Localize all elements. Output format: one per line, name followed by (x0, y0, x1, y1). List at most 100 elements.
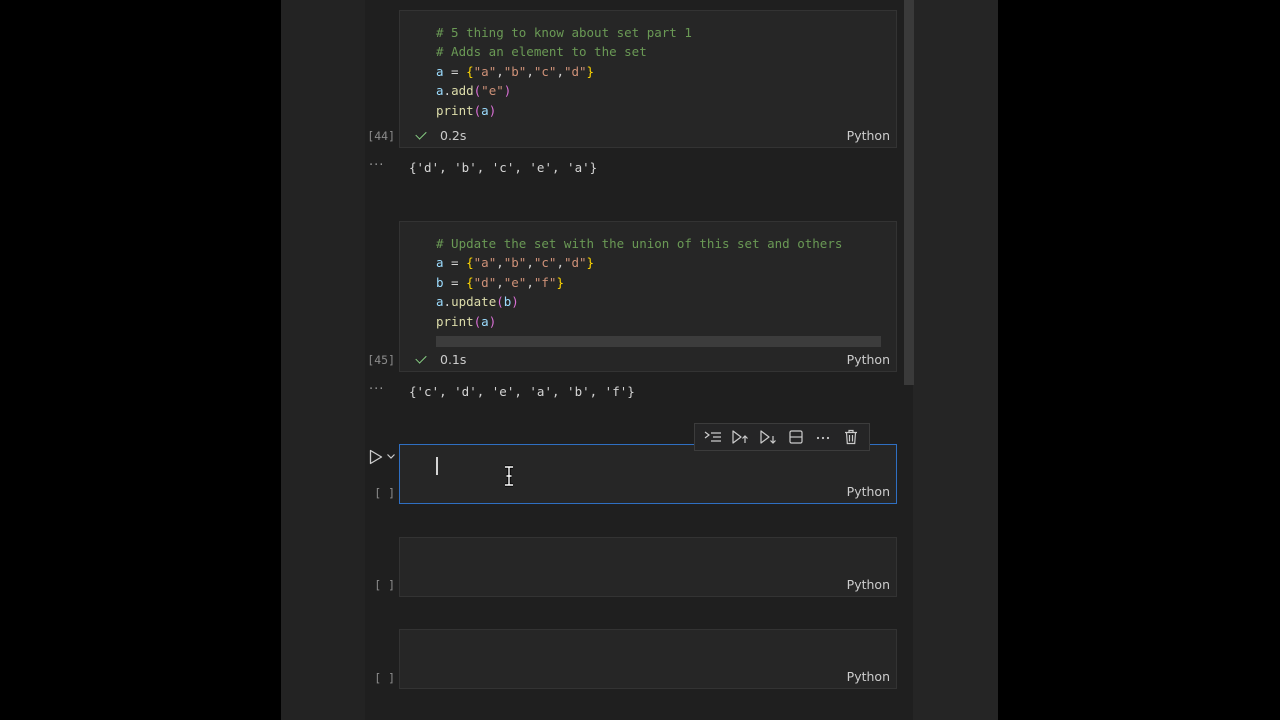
code-cell[interactable]: # 5 thing to know about set part 1 # Adds… (399, 10, 897, 148)
code-token: = (443, 274, 467, 290)
code-token: "c" (533, 63, 557, 79)
code-token: a (481, 102, 489, 118)
code-token: { (466, 63, 474, 79)
chevron-down-icon[interactable] (386, 451, 396, 461)
cell-toolbar (694, 423, 870, 451)
cell-language-label[interactable]: Python (847, 352, 890, 367)
execute-above-icon[interactable] (729, 427, 751, 447)
code-token: , (526, 274, 534, 290)
cell-language-label[interactable]: Python (847, 577, 890, 592)
code-line: a.update(b) (436, 292, 842, 311)
code-token: "e" (481, 83, 504, 99)
code-token: "e" (503, 274, 527, 290)
code-token: { (466, 255, 474, 271)
cell-language-label[interactable]: Python (847, 128, 890, 143)
notebook-editor: [44] # 5 thing to know about set part 1 #… (365, 0, 913, 720)
code-line: print(a) (436, 101, 692, 120)
code-token: , (526, 255, 534, 271)
code-token: ) (511, 294, 519, 310)
execution-status: 0.2s (415, 127, 467, 143)
split-cell-icon[interactable] (785, 427, 807, 447)
code-token: , (496, 274, 504, 290)
code-editor[interactable]: # 5 thing to know about set part 1 # Adds… (436, 23, 692, 120)
execution-count: [45] (367, 353, 395, 367)
execution-count: [ ] (374, 671, 395, 685)
code-token: a (481, 313, 489, 329)
code-token: "f" (533, 274, 557, 290)
success-check-icon (415, 351, 427, 364)
code-token: , (526, 63, 534, 79)
code-token: = (443, 63, 467, 79)
code-token: ( (496, 294, 504, 310)
code-token: "b" (503, 255, 527, 271)
text-cursor (436, 457, 438, 475)
cell-output: {'c', 'd', 'e', 'a', 'b', 'f'} (409, 384, 635, 399)
code-token: # Update the set with the union of this … (436, 236, 843, 251)
cell-language-label[interactable]: Python (847, 669, 890, 684)
code-line: b = {"d","e","f"} (436, 273, 842, 292)
code-token: ) (488, 102, 497, 118)
execution-status: 0.1s (415, 351, 467, 367)
code-token: print (436, 102, 474, 118)
code-token: ) (488, 313, 497, 329)
text-ibeam-cursor-icon (505, 465, 513, 487)
execution-count: [44] (367, 129, 395, 143)
code-token: = (443, 255, 467, 271)
execute-below-icon[interactable] (757, 427, 779, 447)
code-token: } (556, 274, 564, 290)
code-token: "d" (563, 255, 587, 271)
code-line: # 5 thing to know about set part 1 (436, 23, 692, 42)
code-token: } (586, 63, 595, 79)
delete-cell-icon[interactable] (840, 427, 862, 447)
code-token: "d" (563, 63, 587, 79)
run-by-line-icon[interactable] (702, 427, 724, 447)
code-token: "a" (473, 255, 497, 271)
code-token: . (443, 83, 452, 99)
code-token: , (496, 255, 504, 271)
code-token: update (451, 294, 497, 310)
cell-language-label[interactable]: Python (847, 484, 890, 499)
code-line: a = {"a","b","c","d"} (436, 253, 842, 272)
code-token: , (556, 63, 564, 79)
code-token: } (586, 255, 595, 271)
vertical-scrollbar[interactable] (904, 0, 914, 385)
code-cell[interactable]: Python (399, 629, 897, 689)
code-token: { (466, 274, 474, 290)
right-background (913, 0, 998, 720)
execution-time: 0.2s (440, 128, 467, 143)
code-cell-focused[interactable]: Python (399, 444, 897, 504)
output-more-icon[interactable]: ··· (369, 382, 384, 397)
code-cell[interactable]: # Update the set with the union of this … (399, 221, 897, 372)
code-line: print(a) (436, 312, 842, 331)
execution-count: [ ] (374, 578, 395, 592)
code-token: a (436, 294, 444, 310)
code-token: , (556, 255, 564, 271)
code-token: add (451, 83, 474, 99)
code-editor[interactable]: # Update the set with the union of this … (436, 234, 842, 331)
horizontal-scrollbar[interactable] (436, 336, 881, 347)
code-token: "b" (503, 63, 527, 79)
code-cell[interactable]: Python (399, 537, 897, 597)
execution-time: 0.1s (440, 352, 467, 367)
execution-count: [ ] (374, 486, 395, 500)
code-token: a (436, 255, 444, 271)
success-check-icon (415, 127, 427, 140)
code-token: "d" (473, 274, 497, 290)
code-line: a.add("e") (436, 81, 692, 100)
code-line: # Update the set with the union of this … (436, 234, 842, 253)
code-token: ) (503, 83, 512, 99)
left-background (281, 0, 365, 720)
code-line: a = {"a","b","c","d"} (436, 62, 692, 81)
code-token: b (436, 274, 444, 290)
code-token: , (496, 63, 504, 79)
run-cell-icon[interactable] (369, 449, 383, 465)
output-more-icon[interactable]: ··· (369, 158, 384, 173)
code-token: a (436, 63, 444, 79)
code-token: # Adds an element to the set (436, 44, 647, 60)
code-token: . (443, 294, 452, 310)
code-token: "c" (533, 255, 557, 271)
code-token: a (436, 83, 444, 99)
more-actions-icon[interactable] (812, 427, 834, 447)
cell-output: {'d', 'b', 'c', 'e', 'a'} (409, 160, 598, 175)
code-token: print (436, 313, 474, 329)
